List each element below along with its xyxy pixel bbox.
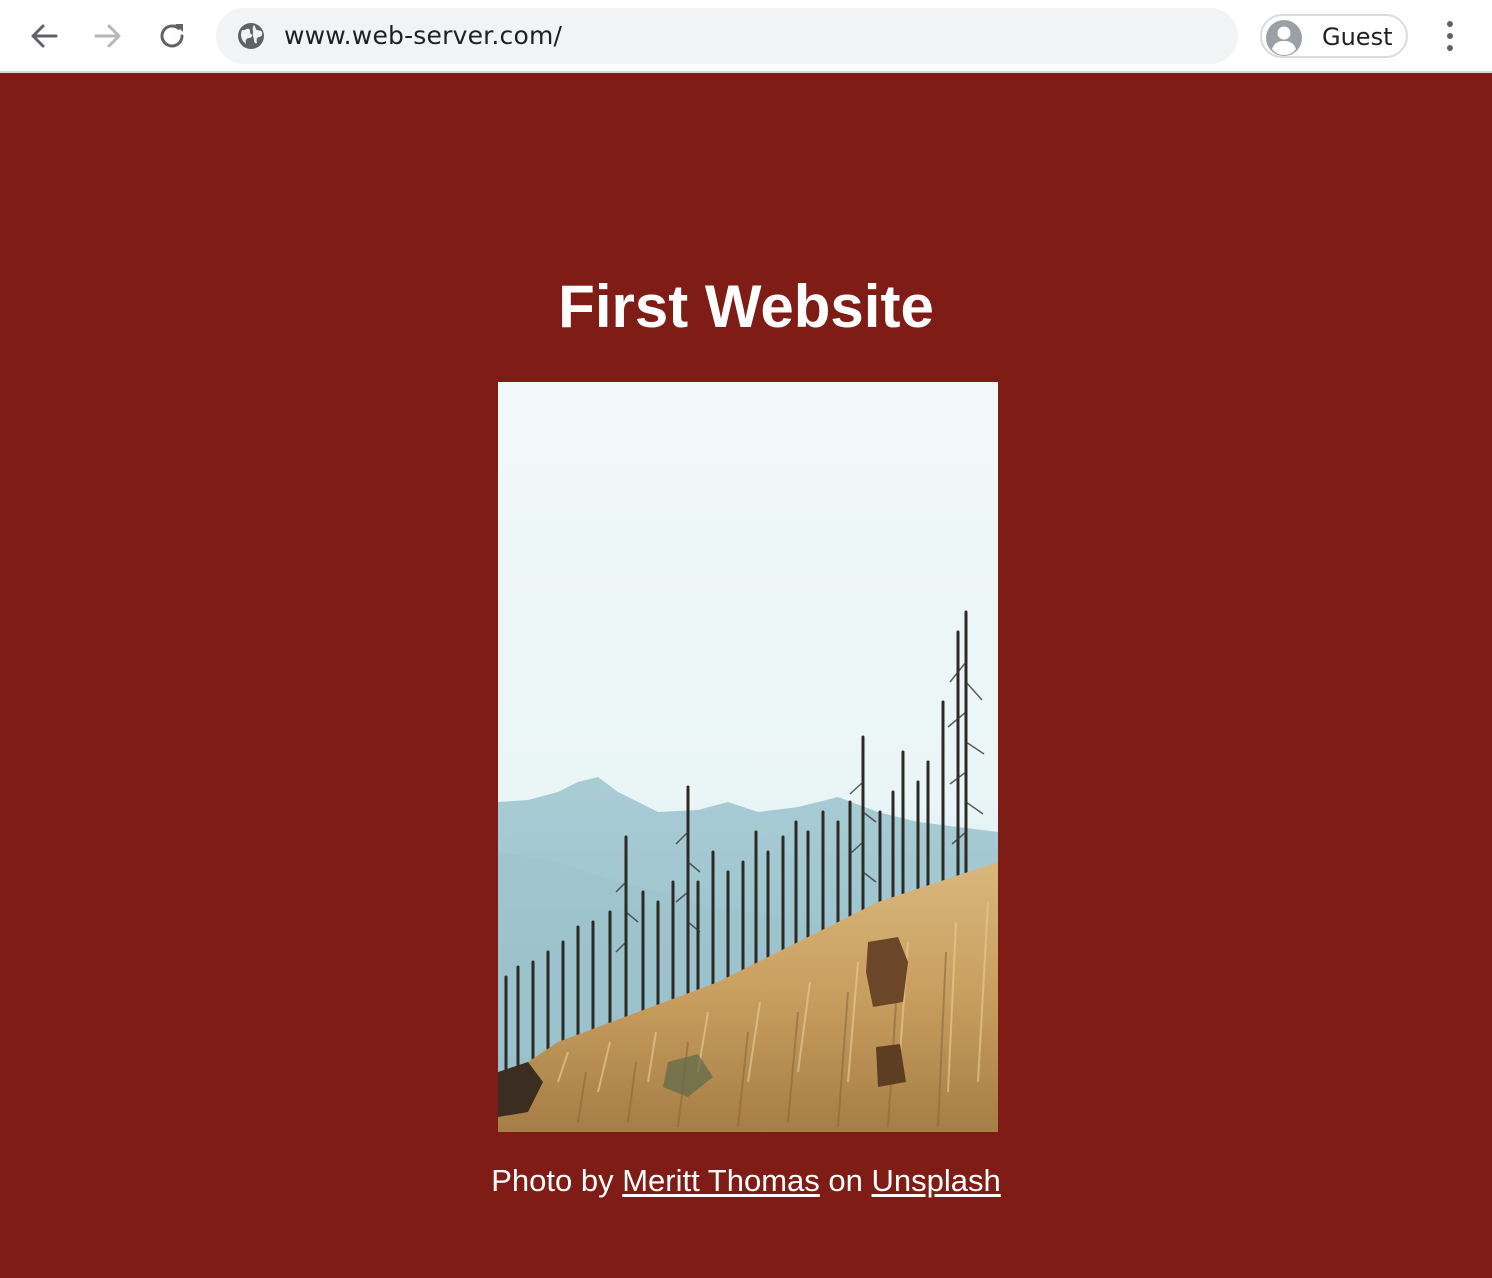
arrow-right-icon	[94, 24, 121, 48]
browser-toolbar: www.web-server.com/ Guest	[0, 0, 1492, 73]
avatar-icon	[1266, 20, 1302, 56]
back-button[interactable]	[22, 14, 66, 58]
kebab-menu-icon	[1447, 21, 1453, 51]
globe-icon[interactable]	[236, 21, 266, 51]
profile-button[interactable]: Guest	[1260, 14, 1408, 58]
url-text[interactable]: www.web-server.com/	[284, 22, 562, 50]
arrow-left-icon	[31, 24, 58, 48]
author-link[interactable]: Meritt Thomas	[622, 1163, 820, 1198]
address-bar[interactable]: www.web-server.com/	[216, 8, 1238, 64]
photo-credit: Photo by Meritt Thomas on Unsplash	[0, 1162, 1492, 1200]
reload-icon	[160, 24, 184, 48]
reload-button[interactable]	[150, 14, 194, 58]
credit-middle: on	[828, 1163, 863, 1198]
forward-button[interactable]	[86, 14, 130, 58]
unsplash-link[interactable]: Unsplash	[872, 1163, 1001, 1198]
profile-label: Guest	[1322, 23, 1393, 51]
credit-prefix: Photo by	[491, 1163, 614, 1198]
landscape-photo	[498, 382, 998, 1132]
page-title: First Website	[558, 273, 934, 340]
browser-menu-button[interactable]	[1430, 14, 1470, 58]
